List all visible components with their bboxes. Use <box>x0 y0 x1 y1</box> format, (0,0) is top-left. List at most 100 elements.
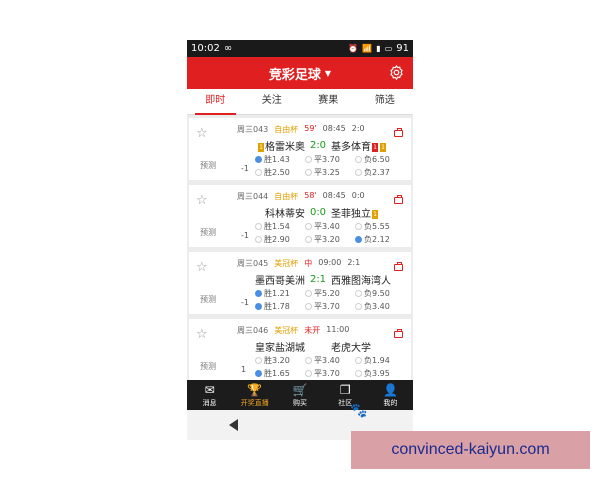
status-bar: 10:02 ∞ ⏰ 📶 ▮ ▭ 91 <box>187 40 413 57</box>
radio-icon[interactable] <box>255 303 262 310</box>
odds-value: 平3.70 <box>314 155 340 164</box>
odds-option[interactable]: 平3.70 <box>305 368 355 379</box>
teams-row: 皇家盐湖城 老虎大学 <box>245 339 395 354</box>
tab-1[interactable]: 关注 <box>244 89 301 114</box>
radio-icon[interactable] <box>305 370 312 377</box>
match-meta: 周三043 自由杯 59' 08:45 2:0 <box>237 124 365 135</box>
odds-row: 胜1.54 平3.40 负5.55 <box>255 221 405 232</box>
home-team: 格雷米奥 <box>265 142 305 153</box>
bag-icon[interactable] <box>394 262 403 271</box>
bag-icon[interactable] <box>394 128 403 137</box>
radio-icon[interactable] <box>355 223 362 230</box>
odds-option[interactable]: 平3.40 <box>305 221 355 232</box>
radio-icon[interactable] <box>255 357 262 364</box>
radio-icon[interactable] <box>305 303 312 310</box>
radio-icon[interactable] <box>305 236 312 243</box>
odds-value: 胜1.21 <box>264 289 290 298</box>
radio-icon[interactable] <box>255 236 262 243</box>
odds-value: 平3.20 <box>314 235 340 244</box>
match-card[interactable]: ☆ 预测 -1 周三044 自由杯 58' 08:45 0:0 科林蒂安 0:0 圣菲独立 1 胜1.5… <box>189 185 411 247</box>
odds-option[interactable]: 胜1.78 <box>255 301 305 312</box>
odds-option[interactable]: 平3.25 <box>305 167 355 178</box>
odds-option[interactable]: 胜1.54 <box>255 221 305 232</box>
radio-icon[interactable] <box>305 169 312 176</box>
match-card[interactable]: ☆ 预测 1 周三046 美冠杯 未开 11:00 皇家盐湖城 老虎大学 胜3.20 平3.40 负1… <box>189 319 411 381</box>
odds-option[interactable]: 胜1.43 <box>255 154 305 165</box>
header-title-dropdown[interactable]: 竞彩足球 ▼ <box>269 64 331 83</box>
odds-option[interactable]: 平3.70 <box>305 154 355 165</box>
radio-icon[interactable] <box>355 236 362 243</box>
away-team-wrap: 西雅图海湾人 <box>331 272 391 287</box>
odds-option[interactable]: 负2.12 <box>355 234 405 245</box>
back-icon[interactable] <box>229 419 238 431</box>
radio-icon[interactable] <box>355 303 362 310</box>
radio-icon[interactable] <box>255 223 262 230</box>
nav-item-1[interactable]: 🏆 开奖直播 <box>232 380 277 410</box>
star-icon[interactable]: ☆ <box>196 260 208 275</box>
radio-icon[interactable] <box>355 370 362 377</box>
odds-option[interactable]: 负1.94 <box>355 355 405 366</box>
star-icon[interactable]: ☆ <box>196 327 208 342</box>
teams-row: 科林蒂安 0:0 圣菲独立 1 <box>245 205 395 220</box>
alarm-icon: ⏰ <box>348 44 359 53</box>
odds-option[interactable]: 负2.37 <box>355 167 405 178</box>
star-icon[interactable]: ☆ <box>196 193 208 208</box>
radio-icon[interactable] <box>355 357 362 364</box>
odds-value: 胜2.50 <box>264 168 290 177</box>
match-card[interactable]: ☆ 预测 -1 周三045 美冠杯中 09:00 2:1 墨西哥美洲 2:1 西雅图海湾人 胜1.2… <box>189 252 411 314</box>
odds-option[interactable]: 负3.40 <box>355 301 405 312</box>
odds-row: 胜2.50 平3.25 负2.37 <box>255 167 405 178</box>
radio-icon[interactable] <box>305 156 312 163</box>
radio-icon[interactable] <box>305 357 312 364</box>
radio-icon[interactable] <box>255 156 262 163</box>
card-badge: 1 <box>372 209 378 219</box>
radio-icon[interactable] <box>255 290 262 297</box>
odds-option[interactable]: 负6.50 <box>355 154 405 165</box>
odds-option[interactable]: 负9.50 <box>355 288 405 299</box>
predict-label: 预测 <box>200 228 216 237</box>
radio-icon[interactable] <box>355 156 362 163</box>
odds-option[interactable]: 平3.20 <box>305 234 355 245</box>
odds-option[interactable]: 胜1.21 <box>255 288 305 299</box>
nav-item-0[interactable]: ✉ 消息 <box>187 380 232 410</box>
radio-icon[interactable] <box>305 290 312 297</box>
odds-value: 平3.25 <box>314 168 340 177</box>
star-icon[interactable]: ☆ <box>196 126 208 141</box>
odds-option[interactable]: 胜3.20 <box>255 355 305 366</box>
nav-item-4[interactable]: 👤 我的 <box>368 380 413 410</box>
radio-icon[interactable] <box>355 290 362 297</box>
tab-0[interactable]: 即时 <box>187 89 244 115</box>
bag-icon[interactable] <box>394 329 403 338</box>
away-team: 圣菲独立 <box>331 209 371 220</box>
radio-icon[interactable] <box>355 169 362 176</box>
radio-icon[interactable] <box>255 169 262 176</box>
odds-option[interactable]: 胜2.50 <box>255 167 305 178</box>
radio-icon[interactable] <box>255 370 262 377</box>
caret-down-icon: ▼ <box>324 68 332 78</box>
nav-item-2[interactable]: 🛒 购买 <box>277 380 322 410</box>
tab-3[interactable]: 筛选 <box>357 89 414 114</box>
odds-option[interactable]: 平5.20 <box>305 288 355 299</box>
league-name: 美冠杯 <box>274 259 299 268</box>
tab-2[interactable]: 赛果 <box>300 89 357 114</box>
battery-level: 91 <box>396 43 409 54</box>
odds-option[interactable]: 平3.70 <box>305 301 355 312</box>
wifi-icon: 📶 <box>362 44 373 53</box>
match-number: 周三043 <box>237 125 269 134</box>
odds-option[interactable]: 胜1.65 <box>255 368 305 379</box>
odds-option[interactable]: 负5.55 <box>355 221 405 232</box>
app-header: 竞彩足球 ▼ <box>187 57 413 89</box>
paw-watermark-icon: 🐾 <box>350 403 368 419</box>
match-card[interactable]: ☆ 预测 -1 周三043 自由杯 59' 08:45 2:0 1 格雷米奥 2:0 基多体育 1 1 胜1… <box>189 118 411 180</box>
odds-option[interactable]: 胜2.90 <box>255 234 305 245</box>
radio-icon[interactable] <box>305 223 312 230</box>
odds-option[interactable]: 负3.95 <box>355 368 405 379</box>
league-name: 自由杯 <box>274 192 299 201</box>
home-team-wrap: 1 格雷米奥 <box>245 138 305 153</box>
odds-option[interactable]: 平3.40 <box>305 355 355 366</box>
away-team-wrap: 圣菲独立 1 <box>331 205 391 220</box>
odds-value: 负5.55 <box>364 222 390 231</box>
bag-icon[interactable] <box>394 195 403 204</box>
gear-icon[interactable] <box>388 64 405 81</box>
nav-label: 我的 <box>383 399 398 407</box>
